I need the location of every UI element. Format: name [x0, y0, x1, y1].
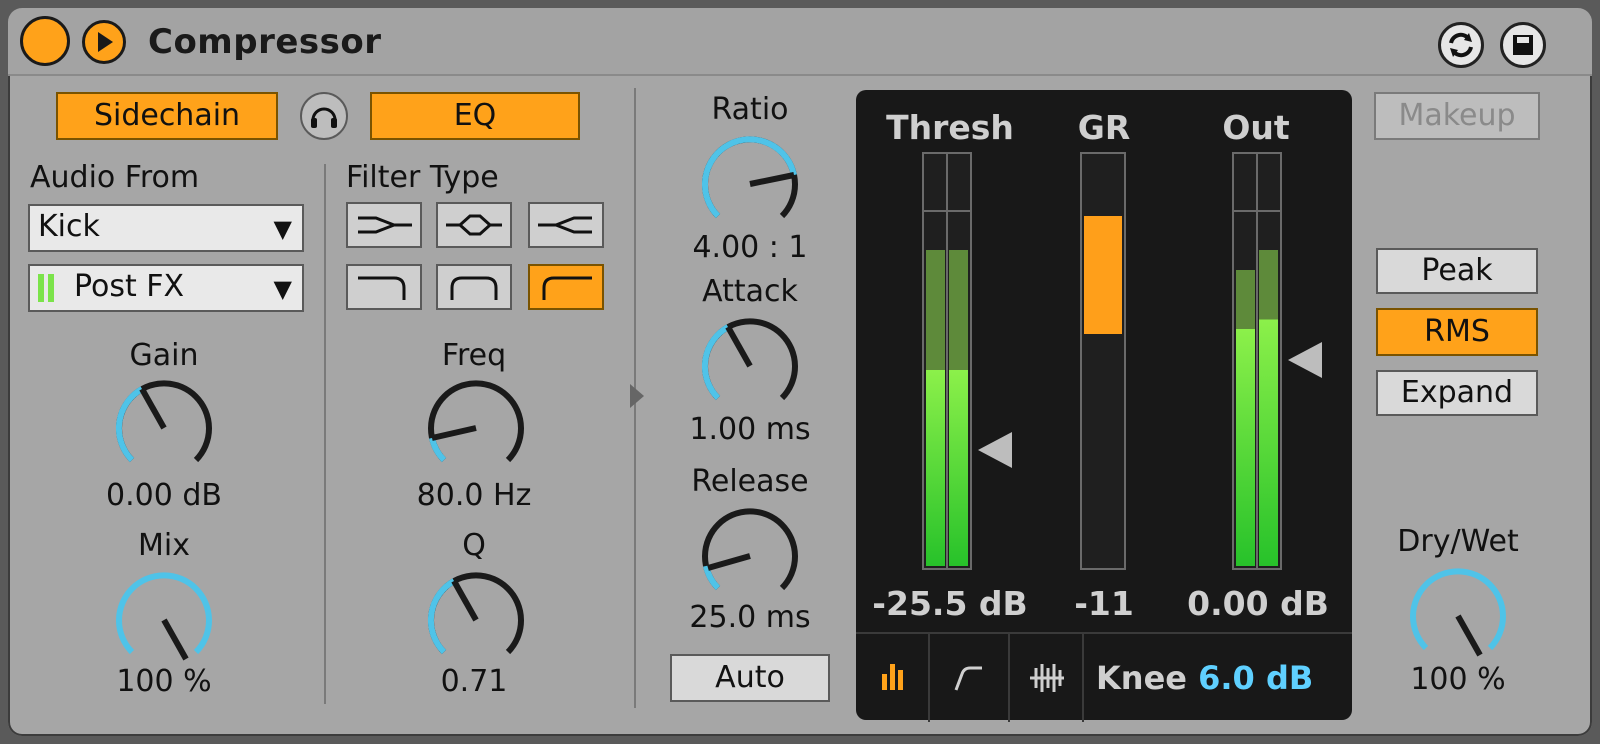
tap-value: Post FX [74, 269, 185, 304]
auto-release-button[interactable]: Auto [670, 654, 830, 702]
mix-value: 100 % [116, 664, 212, 699]
display-mode-bar: Knee 6.0 dB [856, 632, 1352, 722]
thresh-value: -25.5 dB [872, 584, 1028, 623]
attack-label: Attack [702, 274, 798, 309]
eq-button[interactable]: EQ [370, 92, 580, 140]
q-label: Q [462, 528, 486, 563]
audio-from-label: Audio From [30, 160, 200, 195]
device-title: Compressor [148, 22, 382, 62]
filter-lowpass-split-button[interactable] [346, 202, 422, 248]
meter-bar-right [1259, 250, 1278, 566]
gr-label: GR [1077, 108, 1131, 147]
rms-button[interactable]: RMS [1376, 308, 1538, 356]
filter-highpass-split-button[interactable] [528, 202, 604, 248]
dry-wet-knob[interactable] [1406, 564, 1510, 668]
meter-bar-left [1236, 270, 1255, 566]
expand-button[interactable]: Expand [1376, 370, 1538, 416]
gain-label: Gain [129, 338, 199, 373]
out-value: 0.00 dB [1187, 584, 1329, 623]
title-bar: Compressor [8, 8, 1592, 76]
play-icon[interactable] [82, 20, 126, 64]
divider [324, 164, 326, 704]
thresh-label: Thresh [886, 108, 1014, 147]
chevron-down-icon: ▼ [273, 215, 292, 243]
gain-reduction-bar [1084, 216, 1122, 334]
ratio-knob[interactable] [698, 132, 802, 236]
knee-label: Knee [1096, 659, 1187, 697]
chevron-down-icon: ▼ [273, 275, 292, 303]
tap-select[interactable]: Post FX ▼ [28, 264, 304, 312]
q-knob[interactable] [424, 568, 528, 672]
freq-knob[interactable] [424, 376, 528, 480]
out-label: Out [1222, 108, 1290, 147]
dry-wet-label: Dry/Wet [1397, 524, 1519, 559]
thresh-meter[interactable] [922, 152, 972, 570]
hot-swap-icon[interactable] [1438, 22, 1484, 68]
ratio-value: 4.00 : 1 [692, 230, 808, 265]
collapsed-view-button[interactable] [856, 634, 930, 722]
ratio-label: Ratio [711, 92, 789, 127]
meter-display: Thresh GR Out -25.5 dB -11 0.00 dB Knee … [856, 90, 1352, 722]
peak-button[interactable]: Peak [1376, 248, 1538, 294]
release-label: Release [691, 464, 809, 499]
freq-value: 80.0 Hz [416, 478, 532, 513]
meter-bar-left [926, 250, 945, 566]
level-indicator-icon [38, 274, 44, 302]
expand-arrow-icon[interactable] [630, 384, 644, 408]
level-indicator-icon [48, 274, 54, 302]
output-gain-slider-handle[interactable] [1288, 342, 1322, 378]
waveform-icon [1030, 664, 1064, 692]
threshold-slider-handle[interactable] [978, 432, 1012, 468]
gain-knob[interactable] [112, 376, 216, 480]
compressor-device: Compressor Sidechain EQ Audio From Kick … [8, 8, 1592, 736]
knee-control[interactable]: Knee 6.0 dB [1096, 634, 1346, 722]
gain-value: 0.00 dB [106, 478, 222, 513]
filter-bandpass-button[interactable] [436, 202, 512, 248]
device-activator-button[interactable] [20, 16, 70, 66]
mix-label: Mix [138, 528, 190, 563]
gr-value: -11 [1074, 584, 1134, 623]
activity-view-button[interactable] [1010, 634, 1084, 722]
attack-knob[interactable] [698, 314, 802, 418]
release-value: 25.0 ms [689, 600, 811, 635]
out-meter[interactable] [1232, 152, 1282, 570]
dry-wet-value: 100 % [1410, 662, 1506, 697]
knee-value[interactable]: 6.0 dB [1198, 659, 1313, 697]
audio-from-select[interactable]: Kick ▼ [28, 204, 304, 252]
transfer-curve-icon [954, 666, 982, 691]
q-value: 0.71 [440, 664, 508, 699]
filter-highpass-button[interactable] [528, 264, 604, 310]
attack-value: 1.00 ms [689, 412, 811, 447]
audio-from-value: Kick [38, 209, 100, 244]
gr-meter [1080, 152, 1126, 570]
meter-bar-right [949, 250, 968, 566]
sidechain-button[interactable]: Sidechain [56, 92, 278, 140]
filter-type-label: Filter Type [346, 160, 499, 195]
filter-lowpass-button[interactable] [346, 264, 422, 310]
mix-knob[interactable] [112, 568, 216, 672]
freq-label: Freq [441, 338, 507, 373]
makeup-button[interactable]: Makeup [1374, 92, 1540, 140]
save-preset-icon[interactable] [1500, 22, 1546, 68]
release-knob[interactable] [698, 504, 802, 608]
transfer-curve-button[interactable] [930, 634, 1010, 722]
bar-graph-icon [882, 664, 903, 690]
filter-bandpass-shelf-button[interactable] [436, 264, 512, 310]
headphones-icon[interactable] [300, 92, 348, 140]
